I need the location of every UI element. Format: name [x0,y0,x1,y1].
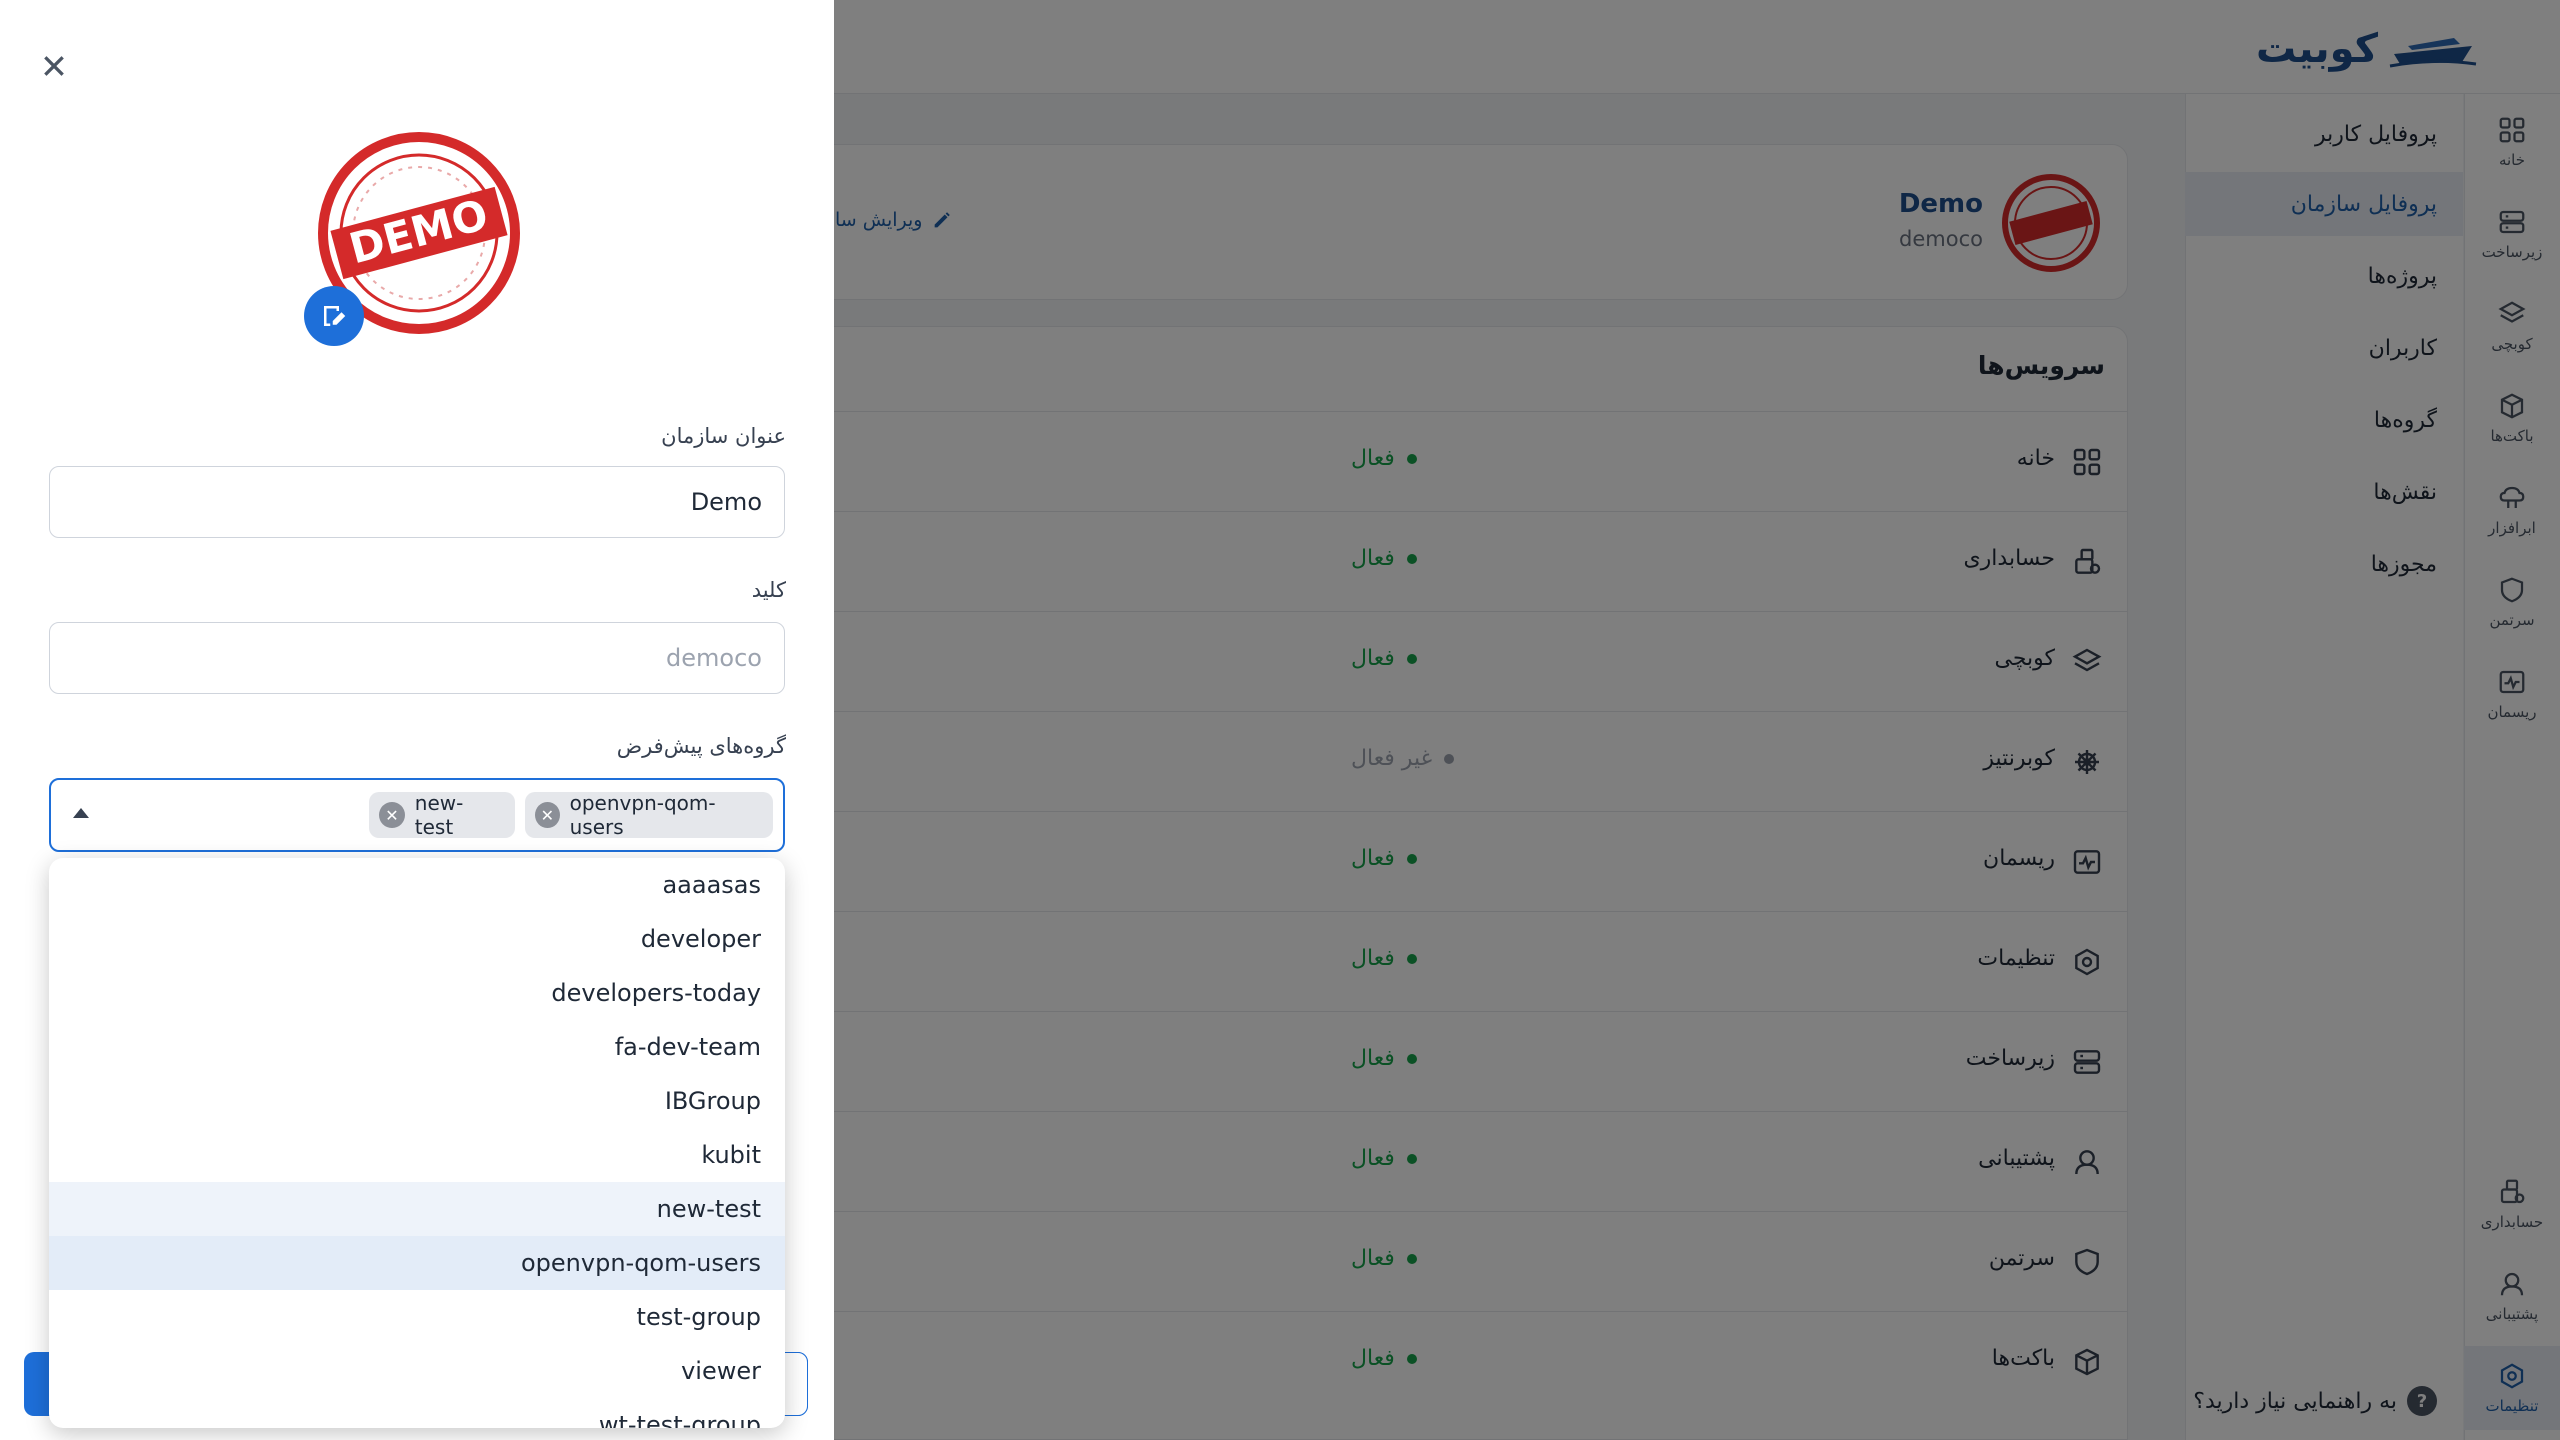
dropdown-option[interactable]: viewer [49,1344,785,1398]
dropdown-option[interactable]: fa-dev-team [49,1020,785,1074]
edit-org-drawer: DEMO عنوان سازمان Demo کلید democo گروه‌… [0,0,834,1440]
org-title-label: عنوان سازمان [661,424,786,448]
default-groups-select[interactable]: ✕ openvpn-qom-users ✕ new-test [49,778,785,852]
change-avatar-button[interactable] [304,286,364,346]
dropdown-option[interactable]: IBGroup [49,1074,785,1128]
chip-label: new-test [414,791,464,839]
dropdown-option[interactable]: aaaasas [49,858,785,912]
org-title-input[interactable]: Demo [49,466,785,538]
close-button[interactable] [36,48,72,84]
chevron-up-icon[interactable] [73,808,89,818]
remove-chip-icon[interactable]: ✕ [535,802,560,828]
dropdown-option-selected[interactable]: new-test [49,1182,785,1236]
remove-chip-icon[interactable]: ✕ [379,802,405,828]
group-chip[interactable]: ✕ new-test [369,791,515,839]
dropdown-option-selected[interactable]: openvpn-qom-users [49,1236,785,1290]
dropdown-option[interactable]: wt-test-group [49,1398,785,1428]
default-groups-label: گروه‌های پیش‌فرض [616,734,786,758]
dropdown-option[interactable]: test-group [49,1290,785,1344]
group-chip[interactable]: ✕ openvpn-qom-users [525,791,773,839]
dropdown-option[interactable]: kubit [49,1128,785,1182]
key-input[interactable]: democo [49,622,785,694]
groups-dropdown: aaaasas developer developers-today fa-de… [49,858,785,1428]
close-icon [44,56,64,76]
chip-label: openvpn-qom-users [569,791,716,839]
dropdown-option[interactable]: developers-today [49,966,785,1020]
dropdown-option[interactable]: developer [49,912,785,966]
edit-image-icon [324,306,346,326]
key-label: کلید [751,578,786,602]
